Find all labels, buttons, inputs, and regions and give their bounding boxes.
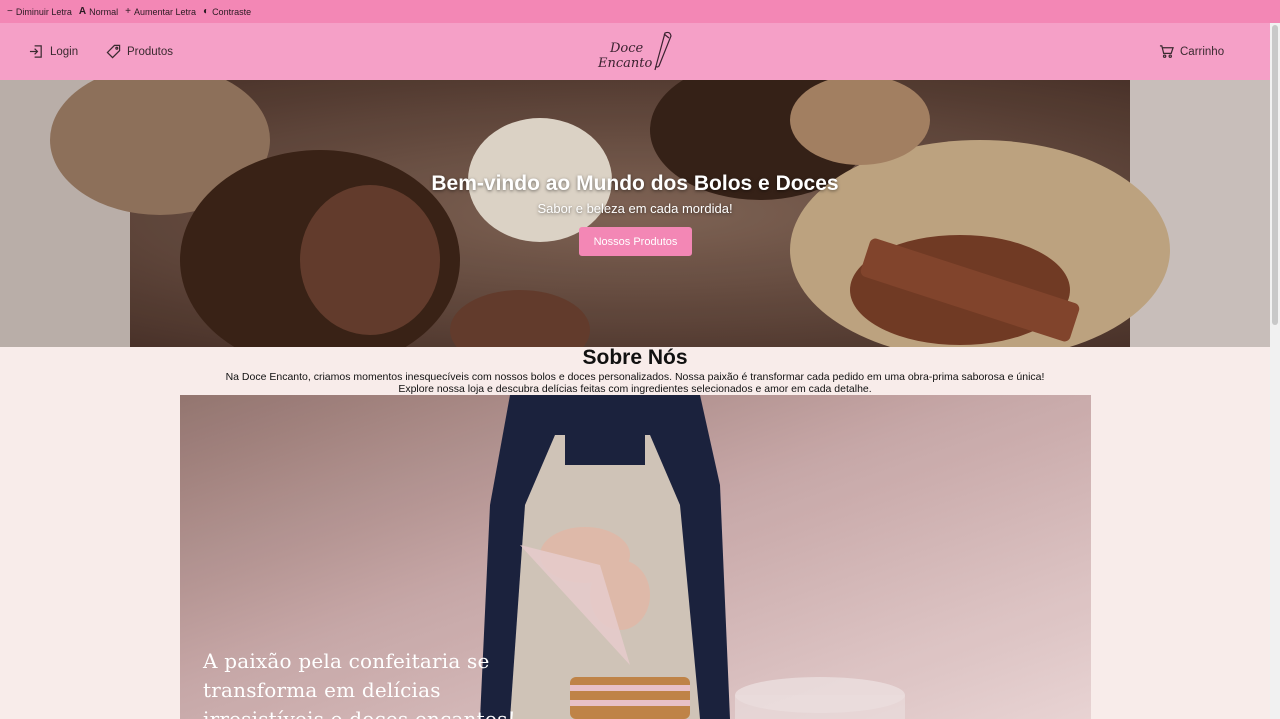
site-header: Login Produtos Doce Encanto Carrinho	[0, 23, 1270, 80]
contrast-button[interactable]: ◐ Contraste	[203, 5, 252, 17]
site-logo[interactable]: Doce Encanto	[596, 28, 676, 76]
products-link[interactable]: Produtos	[106, 23, 173, 80]
about-paragraph-line1: Na Doce Encanto, criamos momentos inesqu…	[225, 371, 1045, 383]
logo-text-line2: Encanto	[598, 56, 653, 71]
about-paragraph-line2: Explore nossa loja e descubra delícias f…	[398, 383, 872, 395]
logo-text-line1: Doce	[610, 41, 644, 56]
about-image: A paixão pela confeitaria se transforma …	[180, 395, 1091, 719]
minus-icon: −	[7, 5, 13, 17]
hero-subtitle: Sabor e beleza em cada mordida!	[537, 201, 733, 216]
login-link[interactable]: Login	[29, 23, 78, 80]
piping-bag-icon	[654, 31, 672, 71]
contrast-label: Contraste	[212, 6, 252, 17]
decrease-font-label: Diminuir Letra	[15, 6, 72, 17]
increase-font-label: Aumentar Letra	[133, 6, 197, 17]
our-products-button[interactable]: Nossos Produtos	[579, 227, 692, 256]
accessibility-bar: − Diminuir Letra A Normal + Aumentar Let…	[0, 0, 1280, 23]
hero-banner: Bem-vindo ao Mundo dos Bolos e Doces Sab…	[0, 80, 1270, 347]
font-icon: A	[78, 5, 87, 17]
cart-link[interactable]: Carrinho	[1159, 23, 1224, 80]
page-scrollbar[interactable]	[1270, 23, 1280, 719]
plus-icon: +	[125, 5, 131, 17]
decrease-font-button[interactable]: − Diminuir Letra	[7, 5, 72, 17]
hero-title: Bem-vindo ao Mundo dos Bolos e Doces	[431, 172, 839, 195]
increase-font-button[interactable]: + Aumentar Letra	[125, 5, 197, 17]
login-label: Login	[50, 45, 79, 58]
normal-font-button[interactable]: A Normal	[78, 5, 119, 17]
login-icon	[29, 45, 42, 58]
about-image-caption: A paixão pela confeitaria se transforma …	[203, 649, 516, 719]
cart-icon	[1159, 45, 1174, 58]
normal-font-label: Normal	[89, 6, 119, 17]
scrollbar-thumb[interactable]	[1272, 25, 1278, 325]
tag-icon	[106, 44, 121, 59]
about-title: Sobre Nós	[582, 346, 688, 369]
contrast-icon: ◐	[203, 5, 210, 17]
products-label: Produtos	[127, 45, 174, 58]
cart-label: Carrinho	[1180, 45, 1225, 58]
